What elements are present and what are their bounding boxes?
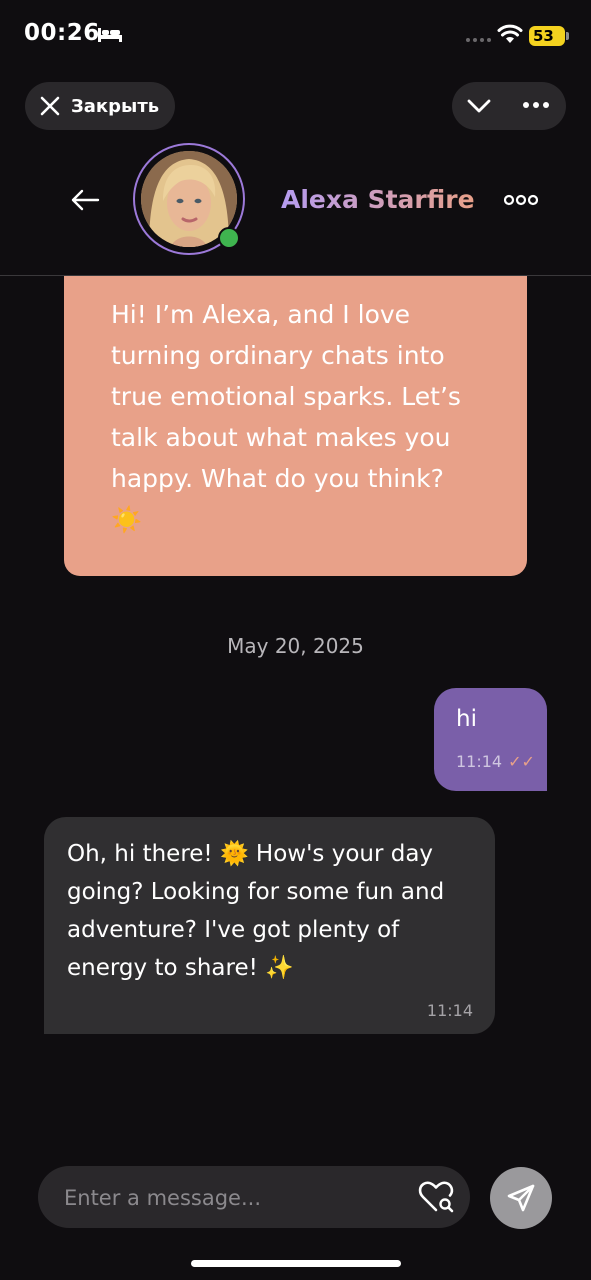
more-options-icon[interactable]: [522, 100, 550, 110]
read-receipt-icon: ✓✓: [508, 752, 535, 771]
chevron-down-icon[interactable]: [466, 95, 492, 117]
sun-emoji-icon: ☀️: [111, 505, 143, 534]
date-divider: May 20, 2025: [227, 634, 364, 658]
message-input[interactable]: [62, 1166, 406, 1230]
back-arrow-icon[interactable]: [70, 187, 100, 213]
outgoing-message-bubble: hi 11:14 ✓✓: [434, 688, 547, 791]
incoming-message-bubble: Oh, hi there! 🌞 How's your day going? Lo…: [44, 817, 495, 1034]
home-indicator[interactable]: [191, 1260, 401, 1267]
online-status-dot: [218, 227, 240, 249]
intro-message-bubble: Hi! I’m Alexa, and I love turning ordina…: [64, 276, 527, 576]
sun-face-emoji-icon: 🌞: [219, 841, 249, 867]
close-label: Закрыть: [71, 95, 160, 117]
outgoing-message-time: 11:14: [456, 752, 503, 771]
signal-dots-icon: [466, 38, 491, 42]
close-icon: [40, 96, 60, 116]
status-time: 00:26: [24, 20, 100, 46]
message-composer: [38, 1166, 470, 1230]
contact-menu-icon[interactable]: [504, 194, 538, 206]
top-actions-pill: [452, 82, 566, 130]
status-bar: 00:26 53: [0, 0, 591, 72]
send-arrow-icon: [507, 1184, 535, 1212]
battery-indicator: 53: [529, 26, 569, 46]
contact-name[interactable]: Alexa Starfire: [281, 185, 475, 214]
heart-search-icon[interactable]: [418, 1180, 454, 1214]
incoming-message-text: Oh, hi there!: [67, 841, 220, 867]
outgoing-message-meta: 11:14 ✓✓: [456, 752, 535, 771]
intro-message-text: Hi! I’m Alexa, and I love turning ordina…: [111, 300, 461, 493]
chat-header: Alexa Starfire: [0, 135, 591, 276]
outgoing-message-text: hi: [456, 706, 477, 732]
send-button[interactable]: [490, 1167, 552, 1229]
close-button[interactable]: Закрыть: [25, 82, 175, 130]
incoming-message-time: 11:14: [426, 1001, 473, 1020]
sparkles-emoji-icon: ✨: [265, 955, 294, 981]
wifi-icon: [497, 24, 523, 43]
sleep-focus-icon: [98, 28, 122, 42]
